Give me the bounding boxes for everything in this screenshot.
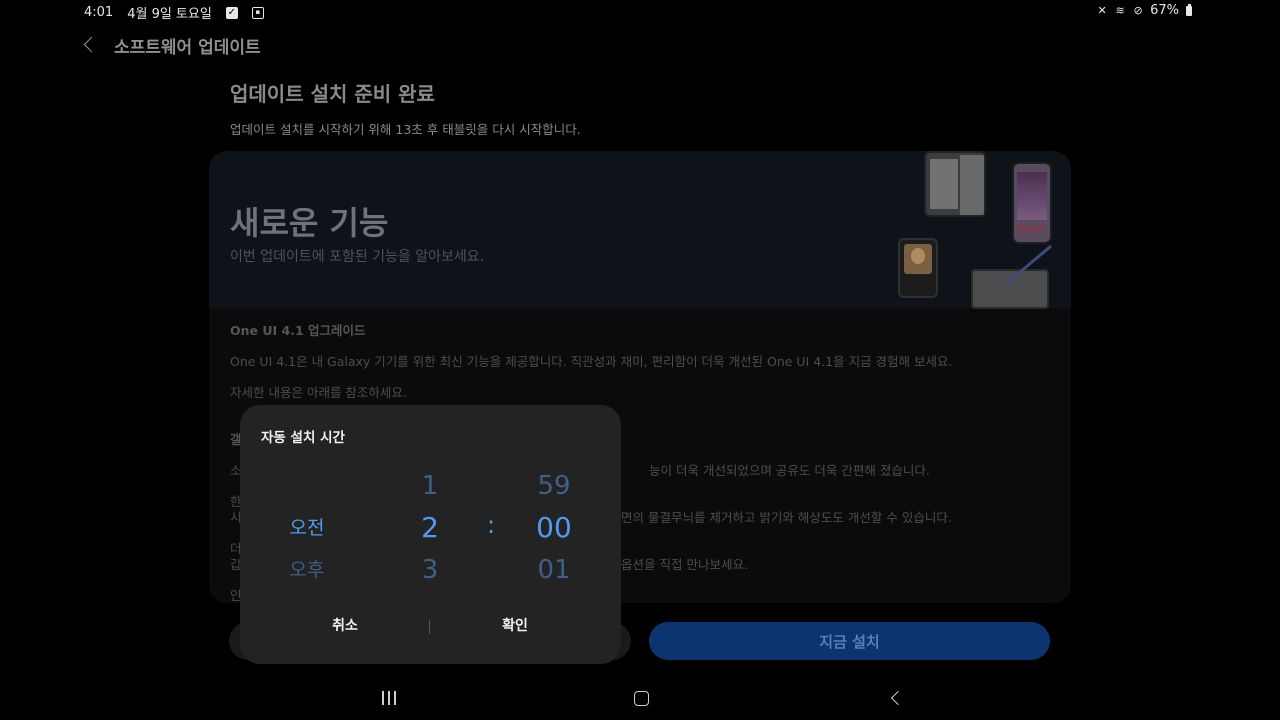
notes-line-partial: 옵션을 직접 만나보세요. (621, 557, 748, 572)
hour-picker-selected[interactable]: 2 (410, 511, 450, 544)
phone-illustration (1012, 162, 1052, 244)
confirm-button[interactable]: 확인 (455, 615, 575, 635)
status-right: ✕ ≋ ⊘ 67% (1096, 3, 1192, 18)
app-header: 소프트웨어 업데이트 (80, 30, 261, 60)
ampm-picker-next[interactable]: 오후 (267, 555, 347, 582)
notes-intro: One UI 4.1은 내 Galaxy 기기를 위한 최신 기능을 제공합니다… (230, 354, 953, 369)
minute-picker-selected[interactable]: 00 (524, 511, 584, 544)
banner-title: 새로운 기능 (230, 204, 389, 242)
update-ready-title: 업데이트 설치 준비 완료 (230, 82, 435, 106)
cancel-button[interactable]: 취소 (285, 615, 405, 635)
tablet-pen-illustration (971, 269, 1049, 309)
button-divider (429, 620, 430, 634)
auto-install-time-dialog: 자동 설치 시간 오전 오후 1 2 3 : 59 00 01 취소 확인 (240, 405, 621, 664)
minute-picker-prev[interactable]: 59 (524, 471, 584, 501)
dialog-title: 자동 설치 시간 (261, 430, 345, 446)
status-time: 4:01 (84, 5, 114, 20)
minute-picker-next[interactable]: 01 (524, 555, 584, 585)
update-ready-description: 업데이트 설치를 시작하기 위해 13초 후 태블릿을 다시 시작합니다. (230, 122, 581, 137)
battery-icon (1186, 3, 1192, 16)
hour-picker-prev[interactable]: 1 (410, 471, 450, 501)
banner-subtitle: 이번 업데이트에 포함된 기능을 알아보세요. (230, 249, 485, 265)
check-icon: ✓ (225, 6, 238, 19)
block-icon: ⊘ (1133, 3, 1143, 17)
wifi-icon: ≋ (1115, 3, 1125, 17)
status-date: 4월 9일 토요일 (127, 7, 212, 22)
hour-picker-next[interactable]: 3 (410, 555, 450, 585)
tablet-illustration (924, 151, 986, 217)
notes-heading: One UI 4.1 업그레이드 (230, 323, 366, 338)
time-separator: : (486, 511, 496, 539)
notes-line-partial: 능이 더욱 개선되었으며 공유도 더욱 간편해 졌습니다. (649, 463, 930, 478)
ampm-picker-selected[interactable]: 오전 (267, 513, 347, 540)
screenshot-icon: ▪ (251, 6, 264, 19)
whats-new-banner: 새로운 기능 이번 업데이트에 포함된 기능을 알아보세요. (209, 151, 1071, 309)
battery-percent: 67% (1150, 3, 1179, 18)
page-title: 소프트웨어 업데이트 (114, 37, 261, 58)
status-bar: 4:01 4월 9일 토요일 ✓ ▪ ✕ ≋ ⊘ 67% (0, 0, 1280, 22)
home-icon[interactable] (634, 691, 649, 706)
mute-icon: ✕ (1097, 3, 1107, 17)
notes-more: 자세한 내용은 아래를 참조하세요. (230, 385, 407, 400)
back-arrow-icon[interactable] (80, 35, 100, 55)
nav-back-icon[interactable] (890, 692, 902, 704)
flip-phone-illustration (898, 238, 938, 298)
install-now-button[interactable]: 지금 설치 (649, 622, 1050, 660)
status-left: 4:01 4월 9일 토요일 ✓ ▪ (84, 3, 264, 22)
recent-apps-icon[interactable] (382, 691, 396, 705)
notes-line-partial: 면의 물결무늬를 제거하고 밝기와 해상도도 개선할 수 있습니다. (621, 510, 952, 525)
